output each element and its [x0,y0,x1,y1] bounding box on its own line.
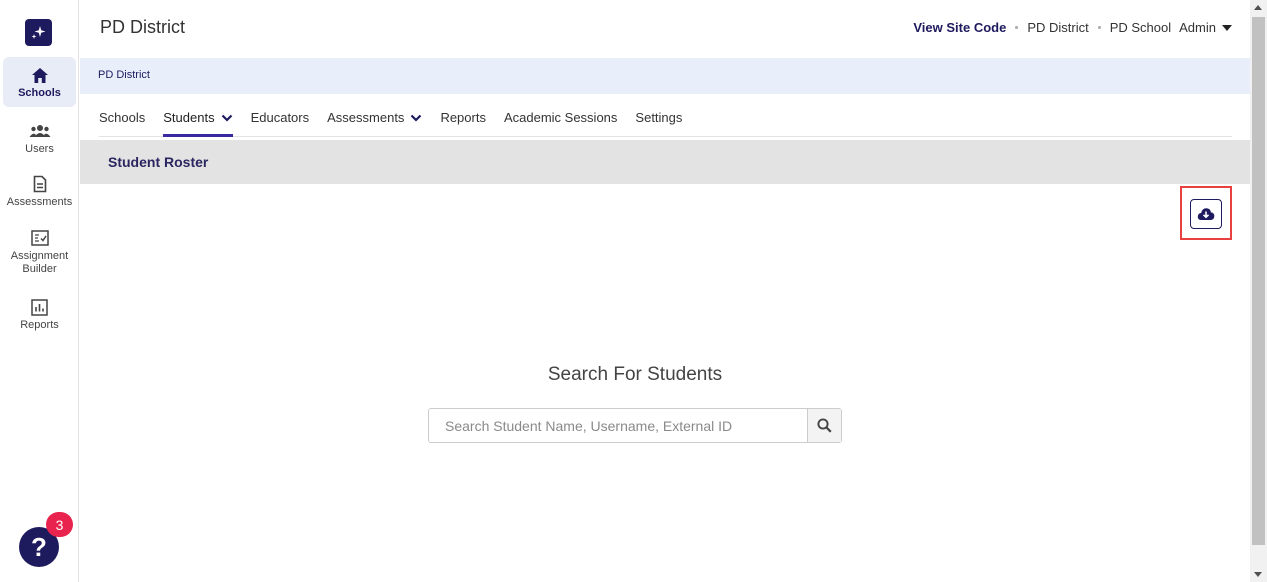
app-root: Schools Users Assessments Assignment Bui… [0,0,1267,582]
sidebar-item-users[interactable]: Users [3,121,76,157]
sidebar-item-label: Users [25,143,54,155]
home-icon [31,65,49,85]
notification-badge: 3 [46,512,73,537]
scroll-thumb[interactable] [1252,17,1265,545]
scroll-down-icon[interactable] [1254,572,1262,577]
tab-academic-sessions[interactable]: Academic Sessions [504,100,617,137]
student-search-input[interactable] [429,409,807,442]
top-header: PD District View Site Code PD District P… [80,0,1250,58]
sidebar-item-schools[interactable]: Schools [3,57,76,107]
tab-students[interactable]: Students [163,100,233,137]
tab-label: Reports [440,110,486,125]
user-menu[interactable]: Admin [1179,20,1232,35]
document-icon [33,174,47,194]
breadcrumb-bar: PD District [80,58,1250,94]
tab-reports[interactable]: Reports [440,100,486,137]
scroll-up-icon[interactable] [1254,5,1262,10]
question-mark-icon: ? [31,531,47,562]
sidebar-item-assignment-builder[interactable]: Assignment Builder [3,228,76,278]
main-tabs: Schools Students Educators Assessments R… [99,100,1232,137]
bar-chart-icon [31,297,48,317]
users-icon [29,121,51,141]
page-title: PD District [100,17,185,37]
tab-settings[interactable]: Settings [635,100,682,137]
left-nav-rail: Schools Users Assessments Assignment Bui… [0,0,79,582]
district-link[interactable]: PD District [1027,20,1088,35]
highlight-box [1180,186,1232,240]
download-button[interactable] [1190,199,1222,229]
tab-educators[interactable]: Educators [251,100,310,137]
checklist-icon [30,228,49,248]
sidebar-item-label: Assignment Builder [10,250,69,275]
sidebar-item-label: Schools [18,87,61,99]
sidebar-item-label: Assessments [6,196,73,208]
view-site-code-link[interactable]: View Site Code [913,20,1006,35]
tab-label: Academic Sessions [503,110,618,125]
breadcrumb[interactable]: PD District [98,69,150,81]
vertical-scrollbar[interactable] [1250,0,1267,582]
separator-dot [1015,26,1019,29]
search-button[interactable] [807,409,841,442]
caret-down-icon [1222,24,1232,31]
user-role-label: Admin [1179,20,1216,35]
sidebar-item-label: Reports [20,319,59,331]
section-header: Student Roster [80,140,1250,184]
chevron-down-icon [221,114,232,122]
tab-label: Students [163,110,215,125]
tab-label: Assessments [327,110,405,125]
sparkle-icon [31,26,46,39]
tab-assessments[interactable]: Assessments [327,100,422,137]
chevron-down-icon [411,114,422,122]
section-title: Student Roster [108,154,209,170]
tab-label: Settings [635,110,683,125]
sidebar-item-reports[interactable]: Reports [3,297,76,333]
tab-schools[interactable]: Schools [99,100,145,137]
tab-label: Schools [99,110,146,125]
school-link[interactable]: PD School [1110,20,1171,35]
tab-label: Educators [250,110,310,125]
search-heading: Search For Students [547,364,723,385]
sidebar-item-assessments[interactable]: Assessments [3,174,76,210]
header-links: View Site Code PD District PD School Adm… [913,20,1232,35]
cloud-download-icon [1197,208,1215,220]
search-icon [817,418,832,433]
separator-dot [1097,26,1101,29]
app-logo[interactable] [25,19,52,46]
search-box [428,408,842,443]
